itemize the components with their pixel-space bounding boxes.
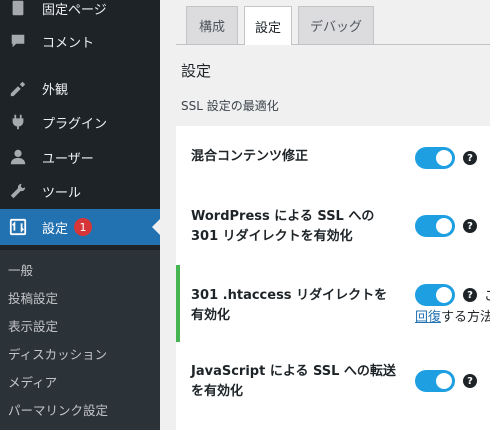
section-title: SSL 設定の最適化 (181, 99, 279, 113)
menu-item-label: コメント (42, 35, 95, 51)
toggle-js-redirect[interactable] (415, 370, 455, 392)
toggle-htaccess-redirect[interactable] (415, 284, 455, 306)
toggle-knob (436, 218, 452, 234)
menu-item-label: プラグイン (42, 116, 108, 132)
recover-link[interactable]: 回復 (415, 310, 441, 325)
update-count-badge: 1 (74, 218, 93, 236)
recover-rest: する方法 (441, 310, 490, 325)
label-line: 有効化 (191, 308, 231, 323)
setting-label-js-redirect: JavaScript による SSL への転送 を有効化 (191, 362, 396, 402)
tab-debug[interactable]: デバッグ (298, 6, 374, 44)
setting-label-mixed-content: 混合コンテンツ修正 (191, 147, 308, 167)
pages-icon (8, 0, 28, 18)
label-line: JavaScript による SSL への転送 (191, 364, 396, 379)
menu-item-label: ユーザー (42, 151, 94, 167)
plugin-icon (8, 112, 28, 132)
toggle-knob (436, 287, 452, 303)
appearance-icon (8, 78, 28, 98)
recover-note: 回復する方法 (415, 306, 490, 325)
toggle-wp-redirect[interactable] (415, 215, 455, 237)
label-line: WordPress による SSL への (191, 209, 375, 224)
menu-item-appearance[interactable]: 外観 (0, 70, 160, 106)
settings-submenu: 一般 投稿設定 表示設定 ディスカッション メディア パーマリンク設定 (0, 250, 160, 430)
setting-label-wp-redirect: WordPress による SSL への 301 リダイレクトを有効化 (191, 207, 374, 247)
menu-item-label: 設定 (42, 221, 69, 237)
label-line: 混合コンテンツ修正 (191, 149, 309, 164)
toggle-knob (436, 373, 452, 389)
label-line: 301 リダイレクトを有効化 (191, 229, 353, 244)
user-icon (8, 147, 28, 167)
help-icon[interactable]: ? (463, 219, 477, 233)
menu-item-plugins[interactable]: プラグイン (0, 104, 160, 140)
setting-label-htaccess-redirect: 301 .htaccess リダイレクトを 有効化 (191, 286, 387, 326)
submenu-item-general[interactable]: 一般 (8, 260, 33, 279)
submenu-item-media[interactable]: メディア (8, 372, 57, 391)
admin-sidebar: 固定ページ コメント 外観 プラグイン ユーザー ツール 設定 1 一般 投稿設… (0, 0, 160, 430)
truncated-note: こ (484, 285, 490, 304)
menu-item-label: ツール (42, 185, 82, 201)
tab-settings[interactable]: 設定 (244, 6, 292, 45)
submenu-item-writing[interactable]: 投稿設定 (8, 288, 58, 307)
settings-icon (8, 217, 28, 237)
tabs-divider (176, 44, 490, 45)
menu-item-settings[interactable]: 設定 1 (0, 209, 160, 245)
highlight-bar (176, 265, 180, 342)
active-menu-arrow (152, 219, 160, 235)
tools-icon (8, 181, 28, 201)
help-icon[interactable]: ? (463, 374, 477, 388)
submenu-item-permalinks[interactable]: パーマリンク設定 (8, 400, 108, 419)
submenu-item-discussion[interactable]: ディスカッション (8, 344, 107, 363)
menu-item-tools[interactable]: ツール (0, 173, 160, 209)
label-line: 301 .htaccess リダイレクトを (191, 288, 388, 303)
menu-item-users[interactable]: ユーザー (0, 139, 160, 175)
menu-item-label: 固定ページ (42, 2, 107, 18)
tab-configuration[interactable]: 構成 (186, 6, 238, 44)
toggle-knob (436, 150, 452, 166)
toggle-mixed-content[interactable] (415, 147, 455, 169)
submenu-item-reading[interactable]: 表示設定 (8, 316, 58, 335)
page-title: 設定 (181, 62, 212, 80)
label-line: を有効化 (191, 384, 244, 399)
help-icon[interactable]: ? (463, 288, 477, 302)
menu-item-comments[interactable]: コメント (0, 23, 160, 59)
menu-item-label: 外観 (42, 82, 69, 98)
comment-icon (8, 31, 28, 51)
help-icon[interactable]: ? (463, 151, 477, 165)
